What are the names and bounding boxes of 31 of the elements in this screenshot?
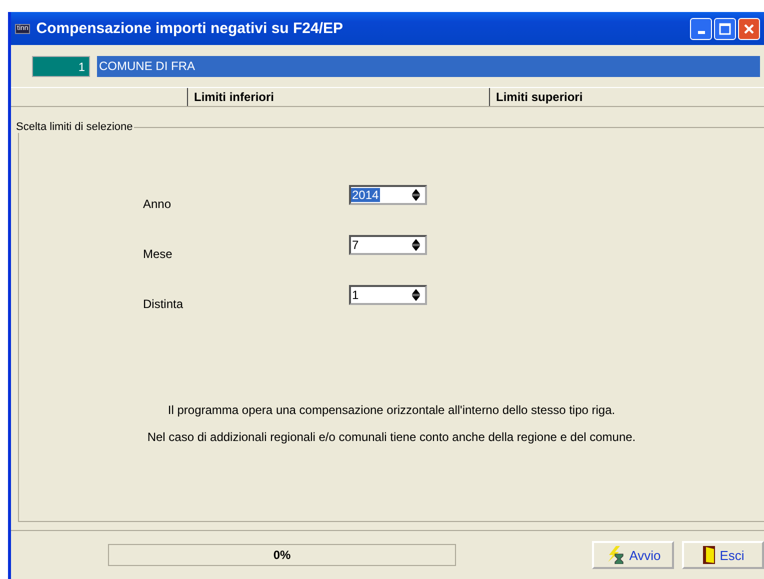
column-header: Limiti inferiori [188, 88, 490, 106]
field-value: 2014 [351, 188, 380, 202]
start-button[interactable]: Avvio [592, 541, 674, 569]
spin-field[interactable]: 2014 [349, 185, 427, 205]
minimize-button[interactable] [690, 18, 712, 40]
maximize-icon [719, 22, 731, 34]
window-title: Compensazione importi negativi su F24/EP [36, 20, 344, 37]
spin-arrows-icon[interactable] [410, 188, 422, 202]
spin-field[interactable]: 1 [349, 285, 427, 305]
lightning-hourglass-icon [605, 546, 626, 564]
spin-field[interactable]: 7 [349, 235, 427, 255]
record-code: 1 [32, 56, 90, 77]
field-value: 1 [351, 288, 360, 302]
spin-arrows-icon[interactable] [410, 288, 422, 302]
field-label: Anno [143, 197, 172, 211]
info-text: Il programma opera una compensazione orizzontale all'interno dello stesso tipo riga. [166, 403, 616, 417]
maximize-button[interactable] [714, 18, 736, 40]
field-label: Mese [143, 247, 174, 261]
exit-button[interactable]: Esci [682, 541, 764, 569]
group-legend: Scelta limiti di selezione [15, 121, 134, 133]
close-icon [743, 22, 755, 34]
field-label: Distinta [143, 297, 184, 311]
record-name: COMUNE DI FRA [97, 56, 760, 77]
field-value: 7 [351, 238, 360, 252]
column-header: Limiti superiori [495, 89, 584, 106]
close-button[interactable] [738, 18, 760, 40]
spin-arrows-icon[interactable] [410, 238, 422, 252]
progress-label: 0% [273, 548, 291, 562]
minimize-icon [698, 31, 704, 34]
door-icon [702, 545, 716, 565]
info-text: Nel caso di addizionali regionali e/o comunali tiene conto anche della regione e del comune. [146, 430, 637, 444]
